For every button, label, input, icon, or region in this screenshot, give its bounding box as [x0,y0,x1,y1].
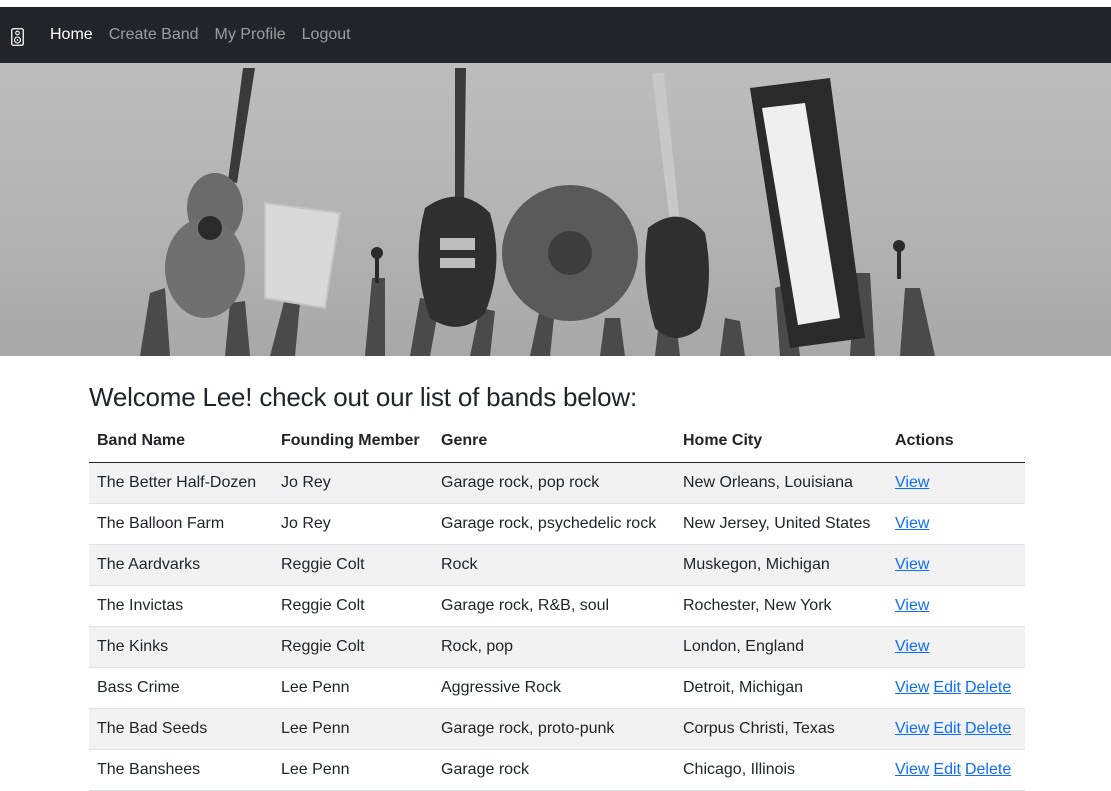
cymbal [502,185,638,321]
cell-actions: View [887,544,1025,586]
cell-founding-member: Lee Penn [273,667,433,709]
delete-link[interactable]: Delete [965,761,1011,778]
nav-link-logout[interactable]: Logout [302,23,351,47]
nav-link-home[interactable]: Home [50,23,93,47]
cell-band-name: The Bad Seeds [89,708,273,750]
cell-founding-member: Lee Penn [273,708,433,750]
cell-genre: Rock, pop [433,626,675,668]
acoustic-guitar [165,68,255,318]
table-row: The Kinks Reggie Colt Rock, pop London, … [89,626,1025,668]
cell-band-name: Bass Crime [89,667,273,709]
cell-home-city: New Orleans, Louisiana [675,462,887,504]
laptop [264,201,342,310]
cell-actions: View Edit Delete [887,667,1025,709]
table-row: The Balloon Farm Jo Rey Garage rock, psy… [89,503,1025,545]
view-link[interactable]: View [895,474,929,491]
cell-band-name: The Banshees [89,749,273,791]
nav-links: Home Create Band My Profile Logout [50,7,367,63]
cell-founding-member: Reggie Colt [273,626,433,668]
cell-founding-member: Lee Penn [273,749,433,791]
view-link[interactable]: View [895,761,929,778]
cell-home-city: New Jersey, United States [675,503,887,545]
cell-founding-member: Reggie Colt [273,585,433,627]
cell-founding-member: Jo Rey [273,503,433,545]
keyboard [750,78,865,348]
view-link[interactable]: View [895,556,929,573]
delete-link[interactable]: Delete [965,720,1011,737]
view-link[interactable]: View [895,679,929,696]
page-title: Welcome Lee! check out our list of bands… [89,382,637,412]
view-link[interactable]: View [895,638,929,655]
cell-band-name: The Better Half-Dozen [89,462,273,504]
view-link[interactable]: View [895,597,929,614]
header-home-city: Home City [675,421,887,463]
table-row: The Bad Seeds Lee Penn Garage rock, prot… [89,708,1025,750]
edit-link[interactable]: Edit [933,679,961,696]
cell-actions: View [887,503,1025,545]
delete-link[interactable]: Delete [965,679,1011,696]
cell-genre: Garage rock, psychedelic rock [433,503,675,545]
cell-home-city: Rochester, New York [675,585,887,627]
cell-band-name: The Aardvarks [89,544,273,586]
table-header-row: Band Name Founding Member Genre Home Cit… [89,421,1025,463]
instruments-illustration [140,68,935,356]
header-genre: Genre [433,421,675,463]
bands-table: Band Name Founding Member Genre Home Cit… [89,421,1025,791]
table-row: The Aardvarks Reggie Colt Rock Muskegon,… [89,544,1025,586]
cell-home-city: Corpus Christi, Texas [675,708,887,750]
cell-band-name: The Invictas [89,585,273,627]
cell-home-city: Chicago, Illinois [675,749,887,791]
cell-genre: Rock [433,544,675,586]
cell-band-name: The Kinks [89,626,273,668]
header-founding-member: Founding Member [273,421,433,463]
cell-actions: View Edit Delete [887,749,1025,791]
cell-genre: Garage rock [433,749,675,791]
edit-link[interactable]: Edit [933,720,961,737]
cell-genre: Aggressive Rock [433,667,675,709]
speaker-icon[interactable] [11,28,24,46]
view-link[interactable]: View [895,515,929,532]
cell-genre: Garage rock, R&B, soul [433,585,675,627]
view-link[interactable]: View [895,720,929,737]
navbar: Home Create Band My Profile Logout [0,7,1111,63]
cell-band-name: The Balloon Farm [89,503,273,545]
nav-link-create-band[interactable]: Create Band [109,23,199,47]
cell-actions: View [887,585,1025,627]
table-row: The Better Half-Dozen Jo Rey Garage rock… [89,462,1025,504]
table-row: The Banshees Lee Penn Garage rock Chicag… [89,749,1025,791]
cell-actions: View Edit Delete [887,708,1025,750]
cell-actions: View [887,626,1025,668]
edit-link[interactable]: Edit [933,761,961,778]
cell-genre: Garage rock, pop rock [433,462,675,504]
cell-founding-member: Reggie Colt [273,544,433,586]
electric-guitar [418,68,497,327]
table-row: The Invictas Reggie Colt Garage rock, R&… [89,585,1025,627]
cell-home-city: Detroit, Michigan [675,667,887,709]
window-top-edge [0,0,1111,7]
table-row: Bass Crime Lee Penn Aggressive Rock Detr… [89,667,1025,709]
bass-guitar [645,73,709,338]
header-band-name: Band Name [89,421,273,463]
cell-home-city: London, England [675,626,887,668]
header-actions: Actions [887,421,1025,463]
cell-genre: Garage rock, proto-punk [433,708,675,750]
hero-banner-image [0,63,1111,356]
cell-actions: View [887,462,1025,504]
cell-home-city: Muskegon, Michigan [675,544,887,586]
main-content: Welcome Lee! check out our list of bands… [89,380,1025,791]
cell-founding-member: Jo Rey [273,462,433,504]
nav-link-my-profile[interactable]: My Profile [215,23,286,47]
